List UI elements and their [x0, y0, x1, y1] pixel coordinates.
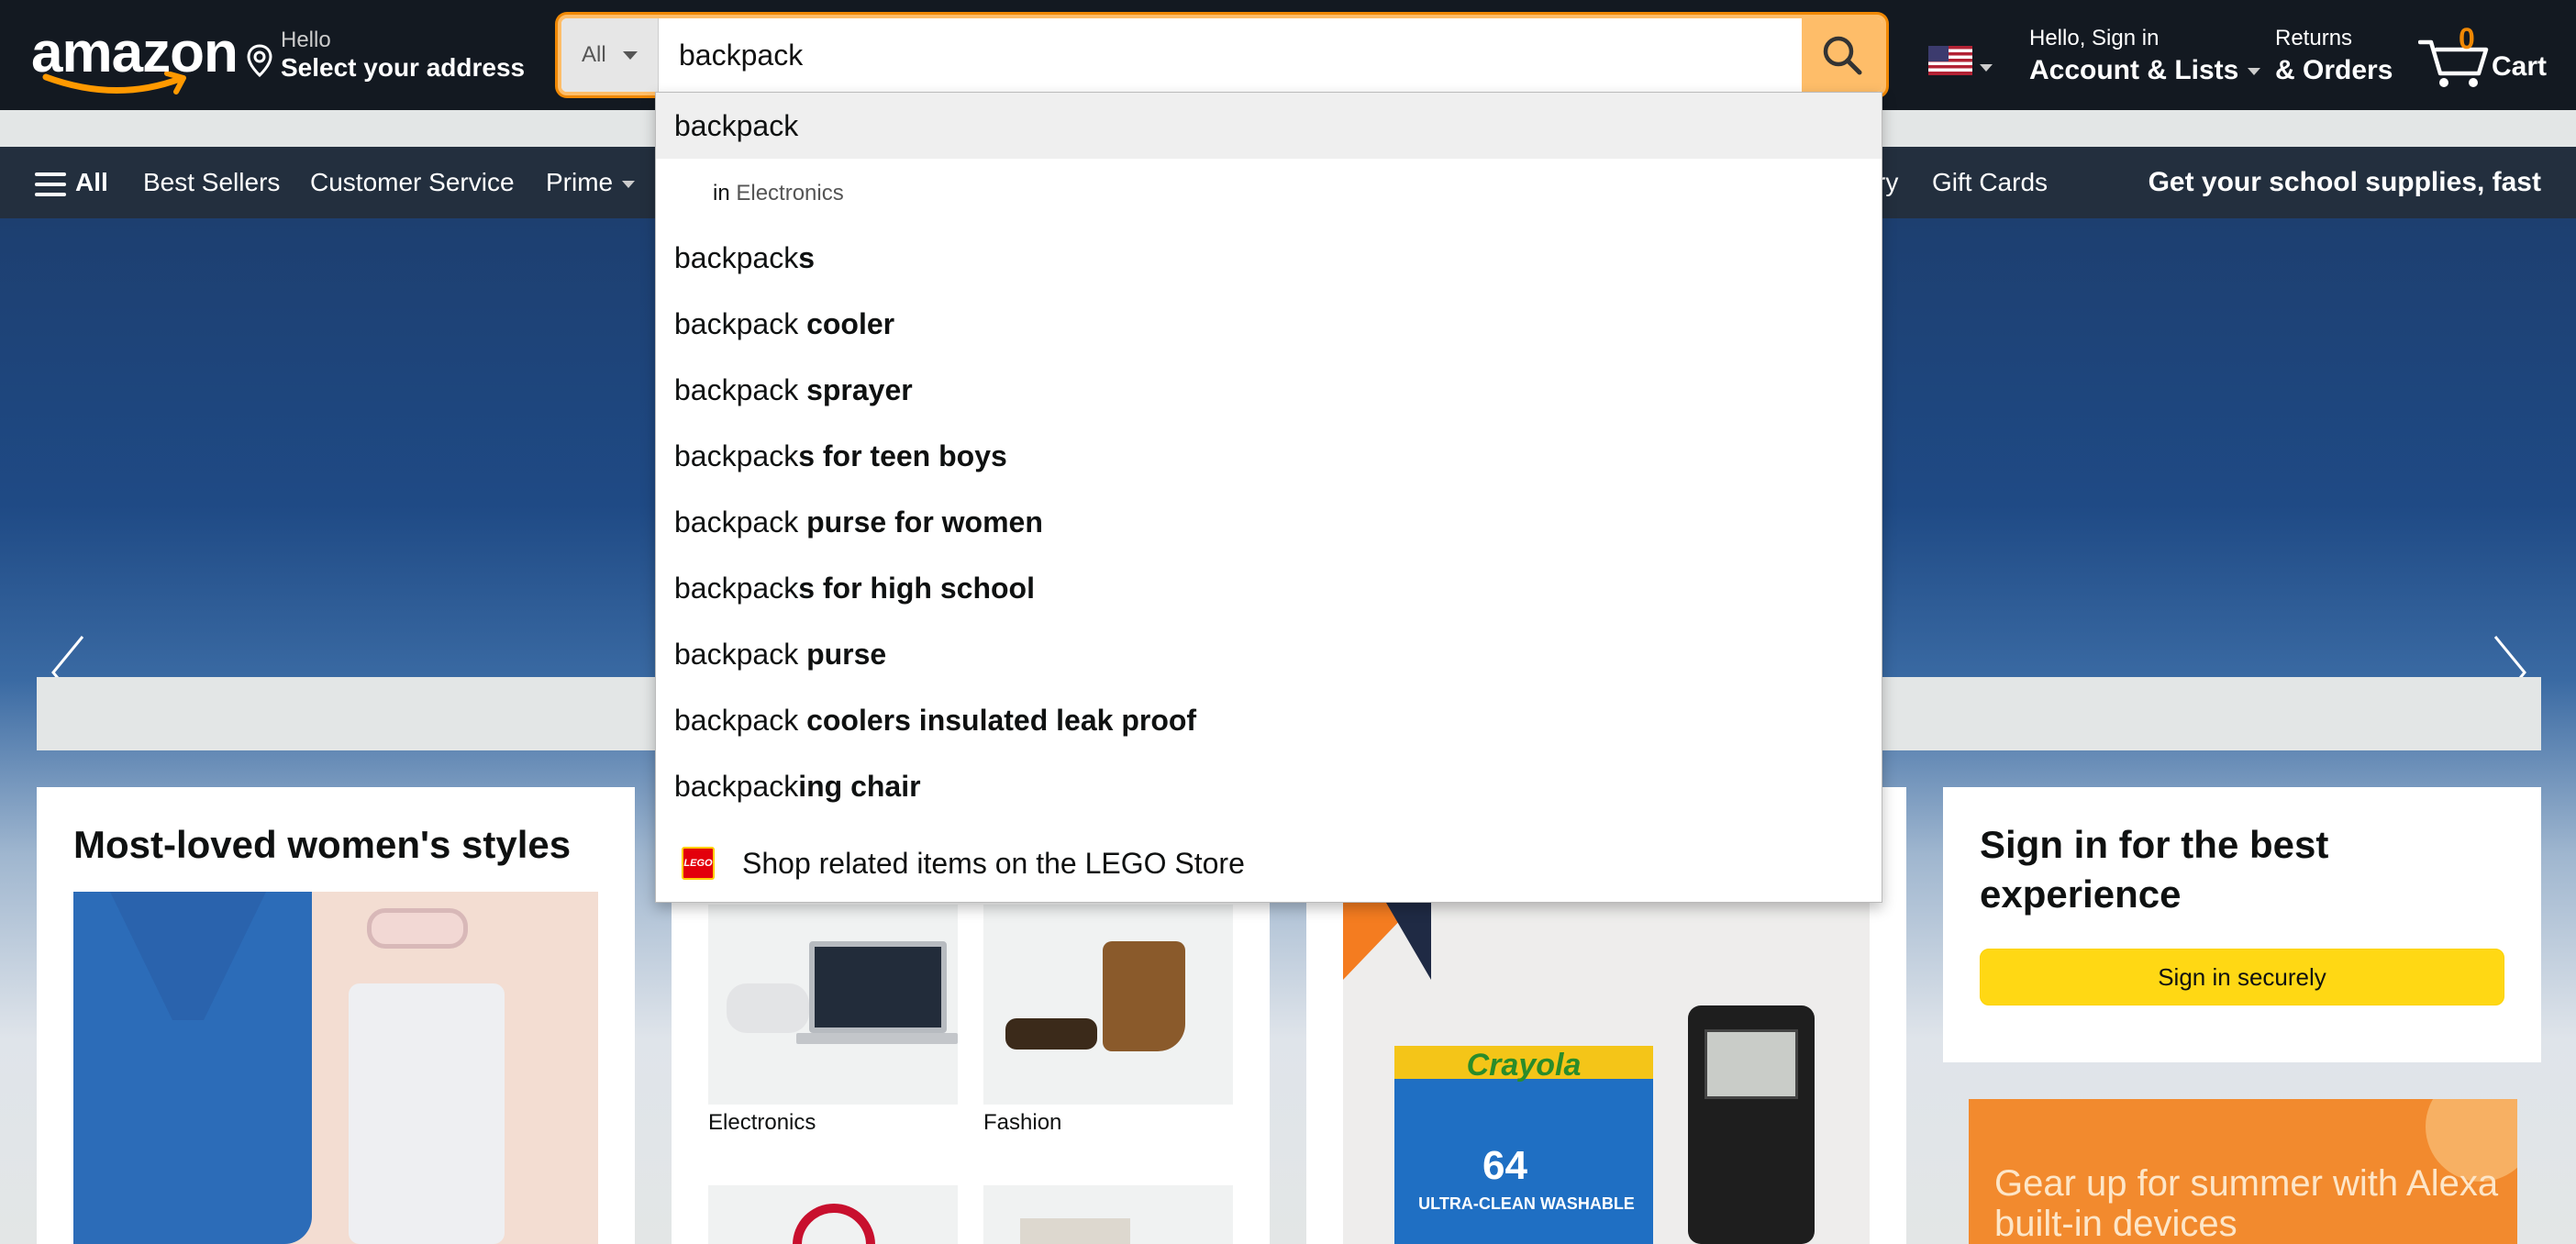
search-category-label: All [582, 42, 606, 67]
decor-navy [1380, 892, 1431, 980]
suggestion-department[interactable]: in Electronics [656, 161, 1882, 227]
signin-title: Sign in for the best experience [1980, 823, 2329, 916]
suggestion-item[interactable]: backpack purse [656, 621, 1882, 687]
suggestion-item[interactable]: backpack sprayer [656, 357, 1882, 423]
search-icon [1823, 36, 1862, 75]
cart-icon [2418, 39, 2489, 87]
chevron-down-icon [2248, 68, 2261, 76]
tile-label-electronics[interactable]: Electronics [708, 1110, 816, 1136]
location-pin-icon [247, 44, 272, 77]
suggestion-item[interactable]: backpack cooler [656, 291, 1882, 357]
nav-promo-link[interactable]: Get your school supplies, fast [2149, 147, 2541, 218]
suggestion-item[interactable]: backpack [656, 93, 1882, 159]
crayola-brand: Crayola [1466, 1048, 1582, 1083]
search-button[interactable] [1802, 18, 1882, 92]
crayola-washable: ULTRA-CLEAN WASHABLE [1418, 1194, 1635, 1213]
boots-image [1103, 941, 1185, 1051]
category-tile-3[interactable] [708, 1185, 958, 1244]
suggestion-item[interactable]: backpack coolers insulated leak proof [656, 687, 1882, 753]
lego-store-text: Shop related items on the LEGO Store [742, 846, 1245, 880]
lego-store-suggestion[interactable]: LEGO Shop related items on the LEGO Stor… [656, 827, 1882, 900]
orders-label: & Orders [2275, 55, 2393, 85]
sunglasses-image [1005, 1018, 1097, 1050]
suggestion-item[interactable]: backpacks for high school [656, 555, 1882, 621]
cart-button[interactable]: 0 Cart [2418, 18, 2547, 90]
white-pants-image [349, 983, 505, 1244]
smile-arrow-icon [42, 72, 186, 94]
sign-in-securely-button[interactable]: Sign in securely [1980, 949, 2504, 1005]
returns-orders[interactable]: Returns & Orders [2275, 26, 2393, 86]
alexa-promo-text: Gear up for summer with Alexa built-in d… [1994, 1163, 2499, 1244]
graphing-calculator-image [1688, 1005, 1815, 1244]
all-menu-button[interactable]: All [35, 147, 108, 218]
account-greeting: Hello, Sign in [2029, 26, 2160, 50]
nav-prime[interactable]: Prime [546, 147, 636, 218]
us-flag-icon[interactable] [1928, 46, 1972, 75]
nav-best-sellers[interactable]: Best Sellers [143, 147, 280, 218]
card-womens-styles[interactable]: Most-loved women's styles [37, 787, 635, 1244]
laptop-image [809, 941, 947, 1033]
search-input[interactable] [659, 18, 1809, 92]
alexa-promo-banner[interactable]: Gear up for summer with Alexa built-in d… [1969, 1099, 2517, 1244]
furniture-image [1020, 1218, 1130, 1244]
fashion-tile-image[interactable] [983, 905, 1233, 1105]
rainbow-image [793, 1204, 875, 1244]
suggestion-item[interactable]: backpacks [656, 225, 1882, 291]
cart-count: 0 [2459, 22, 2475, 55]
card-title: Most-loved women's styles [73, 823, 572, 866]
lego-logo-icon: LEGO [682, 847, 715, 880]
card-signin: Sign in for the best experience Sign in … [1943, 787, 2541, 1062]
suggestion-item[interactable]: backpack purse for women [656, 489, 1882, 555]
sunglasses-image [367, 908, 468, 949]
returns-label: Returns [2275, 26, 2353, 50]
search-bar: All [558, 15, 1886, 95]
account-label: Account & Lists [2029, 55, 2261, 86]
tile-label-fashion[interactable]: Fashion [983, 1110, 1061, 1136]
deliver-address: Select your address [281, 53, 526, 82]
search-suggestions-dropdown: backpack in Electronics backpacks backpa… [655, 92, 1882, 903]
hamburger-icon [35, 172, 66, 196]
crayola-count: 64 [1482, 1143, 1527, 1188]
nav-gift-cards[interactable]: Gift Cards [1932, 147, 2048, 218]
electronics-tile-image[interactable] [708, 905, 958, 1105]
cart-label: Cart [2492, 51, 2548, 82]
calculator-screen [1704, 1029, 1798, 1099]
category-tile-4[interactable] [983, 1185, 1233, 1244]
nav-customer-service[interactable]: Customer Service [310, 147, 515, 218]
chevron-down-icon [622, 50, 638, 60]
amazon-logo[interactable]: amazon [31, 25, 239, 94]
suggestion-item[interactable]: backpacks for teen boys [656, 423, 1882, 489]
deliver-greeting: Hello [281, 28, 331, 52]
suggestion-item[interactable]: backpacking chair [656, 753, 1882, 819]
laptop-base [796, 1033, 958, 1044]
womens-styles-image[interactable] [73, 892, 598, 1244]
vr-headset-image [727, 983, 809, 1033]
chevron-down-icon [622, 180, 636, 188]
school-supplies-image: Crayola 64 ULTRA-CLEAN WASHABLE [1343, 892, 1870, 1244]
language-chevron-icon[interactable] [1980, 64, 1993, 72]
search-category-select[interactable]: All [561, 18, 659, 92]
account-lists[interactable]: Hello, Sign in Account & Lists [2029, 26, 2261, 86]
crayola-box-image: Crayola 64 ULTRA-CLEAN WASHABLE [1394, 1046, 1653, 1244]
